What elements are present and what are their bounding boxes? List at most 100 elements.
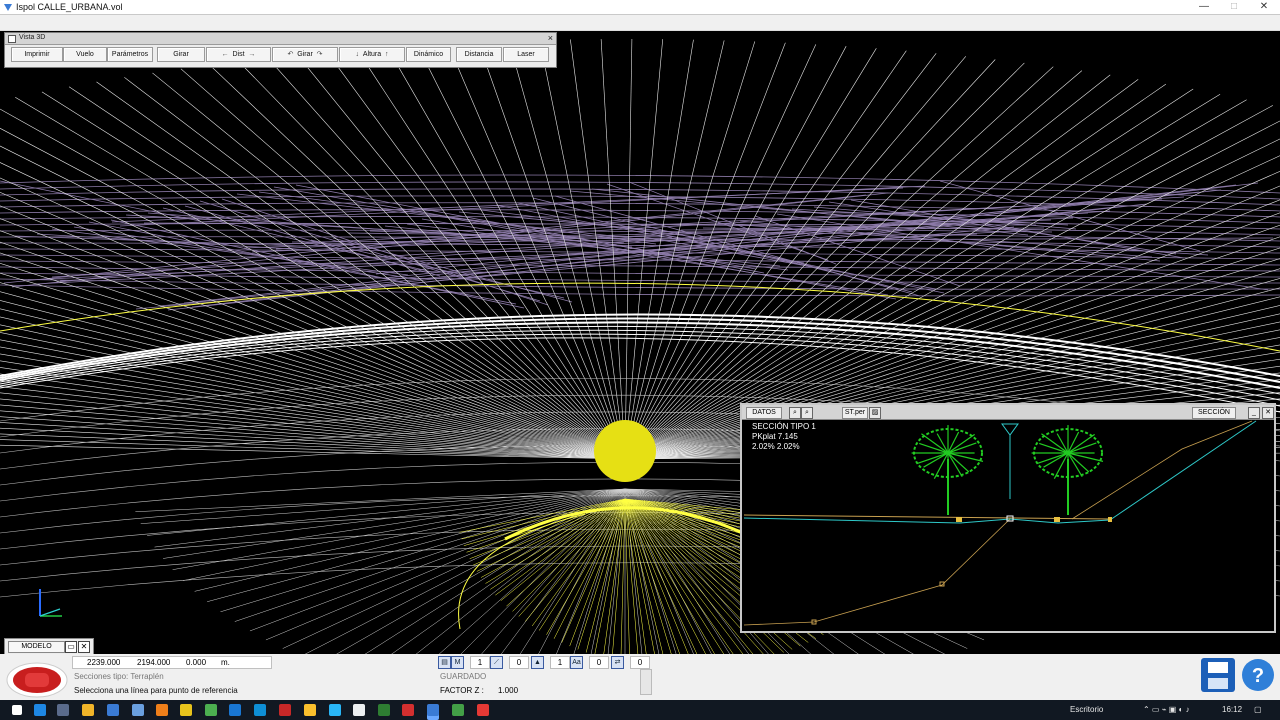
coord-unit: m.: [221, 658, 230, 667]
coordinates-readout: 2239.000 2194.000 0.000 m.: [72, 656, 272, 669]
menu-bar: [0, 15, 1280, 31]
clock[interactable]: 16:12: [1222, 705, 1242, 714]
value-1[interactable]: 1: [470, 656, 490, 669]
value-4[interactable]: 0: [589, 656, 609, 669]
command-prompt: Selecciona una línea para punto de refer…: [74, 686, 238, 695]
laser-button[interactable]: Laser: [503, 47, 549, 62]
layers-icon[interactable]: ▤: [438, 656, 451, 669]
rotate-left-icon: ↶: [287, 51, 294, 58]
line-tool-icon[interactable]: ⟋: [490, 656, 503, 669]
imprimir-button[interactable]: Imprimir: [11, 47, 63, 62]
app-icon-12[interactable]: [477, 704, 489, 716]
prompt-scrollbar[interactable]: [640, 669, 652, 695]
mail-icon[interactable]: [353, 704, 365, 716]
maximize-button[interactable]: □: [1218, 0, 1250, 14]
edge-icon[interactable]: [34, 704, 46, 716]
arrow-up-icon: ↑: [385, 51, 389, 58]
section-window: DATOS ⌕ ⌕ ST.per ▨ SECCIÓN _ ✕ SECCIÓN T…: [740, 403, 1276, 633]
altura-button[interactable]: ↓ Altura ↑: [339, 47, 405, 62]
value-2[interactable]: 0: [509, 656, 529, 669]
app-icon-1[interactable]: [57, 704, 69, 716]
app-icon-7[interactable]: [279, 704, 291, 716]
chrome-icon[interactable]: [180, 704, 192, 716]
section-header: DATOS ⌕ ⌕ ST.per ▨ SECCIÓN _ ✕: [742, 405, 1274, 420]
vista3d-caption: Vista 3D ×: [5, 33, 556, 45]
distancia-button[interactable]: Distancia: [456, 47, 502, 62]
altura-label: Altura: [362, 51, 382, 58]
vuelo-button[interactable]: Vuelo: [63, 47, 107, 62]
st-file-button[interactable]: ST.per: [842, 407, 868, 419]
dist-button[interactable]: ← Dist →: [206, 47, 271, 62]
axis-gizmo: [39, 589, 62, 617]
ispol-taskbar-icon[interactable]: [427, 704, 439, 716]
value-5[interactable]: 0: [630, 656, 650, 669]
arrow-right-icon: →: [248, 51, 256, 58]
start-icon[interactable]: [12, 705, 22, 715]
seccion-button[interactable]: SECCIÓN: [1192, 407, 1236, 419]
app-icon-2[interactable]: [107, 704, 119, 716]
pin-icon[interactable]: [8, 35, 16, 43]
vista3d-panel: Vista 3D × Imprimir Vuelo Parámetros Gir…: [4, 32, 557, 68]
tray-icons[interactable]: ⌃ ▭ ⌁ ▣ ◐ ♪: [1143, 705, 1190, 714]
section-drawing[interactable]: [742, 419, 1274, 631]
factor-z-value: 1.000: [498, 686, 519, 695]
zoom-window-icon[interactable]: ⌕: [801, 407, 813, 419]
minimize-icon[interactable]: _: [1248, 407, 1260, 419]
dist-label: Dist: [232, 51, 245, 58]
image-icon[interactable]: ▨: [869, 407, 881, 419]
app-icon-9[interactable]: [329, 704, 341, 716]
girar2-label: Girar: [297, 51, 313, 58]
restore-icon[interactable]: ▭: [65, 641, 77, 653]
text-size-toggle[interactable]: Aa: [570, 656, 583, 669]
triangle-icon[interactable]: ▲: [531, 656, 544, 669]
save-icon[interactable]: [1200, 657, 1236, 693]
app-icon: [4, 4, 12, 11]
dinamico-button[interactable]: Dinámico: [406, 47, 451, 62]
modelo-tab[interactable]: MODELO: [8, 641, 65, 653]
arrow-down-icon: ↓: [355, 51, 359, 58]
zoom-icon[interactable]: ⌕: [789, 407, 801, 419]
close-icon[interactable]: ✕: [78, 641, 90, 653]
minimize-button[interactable]: —: [1188, 0, 1220, 14]
girar-button[interactable]: Girar: [157, 47, 205, 62]
window-title: Ispol CALLE_URBANA.vol: [16, 2, 123, 12]
status-message-1: Secciones tipo: Terraplén: [74, 672, 164, 681]
vista3d-title: Vista 3D: [19, 34, 46, 41]
saved-status: GUARDADO: [440, 672, 487, 681]
coord-y: 2194.000: [137, 658, 171, 667]
coord-z: 0.000: [186, 658, 207, 667]
desktop-label[interactable]: Escritorio: [1070, 705, 1103, 714]
app-icon-3[interactable]: [132, 704, 144, 716]
girar2-button[interactable]: ↶ Girar ↷: [272, 47, 338, 62]
notifications-icon[interactable]: ▢: [1254, 705, 1262, 714]
app-icon-4[interactable]: [156, 704, 168, 716]
vista3d-close-button[interactable]: ×: [548, 33, 553, 43]
skype-icon[interactable]: [254, 704, 266, 716]
os-taskbar: Escritorio ⌃ ▭ ⌁ ▣ ◐ ♪ 16:12 ▢: [0, 700, 1280, 720]
rotate-right-icon: ↷: [316, 51, 323, 58]
close-window-button[interactable]: ✕: [1248, 0, 1280, 14]
factor-z-label: FACTOR Z :: [440, 686, 484, 695]
m-toggle[interactable]: M: [451, 656, 464, 669]
value-3[interactable]: 1: [550, 656, 570, 669]
app-icon-11[interactable]: [452, 704, 464, 716]
app-icon-6[interactable]: [229, 704, 241, 716]
pdf-icon[interactable]: [402, 704, 414, 716]
app-icon-8[interactable]: [304, 704, 316, 716]
folder-icon[interactable]: [82, 704, 94, 716]
help-icon[interactable]: ?: [1240, 657, 1276, 693]
app-icon-5[interactable]: [205, 704, 217, 716]
tree-left: [911, 425, 984, 515]
axis-marker: [1001, 423, 1019, 499]
window-titlebar: Ispol CALLE_URBANA.vol — □ ✕: [0, 0, 1280, 15]
swap-icon[interactable]: ⇄: [611, 656, 624, 669]
parametros-button[interactable]: Parámetros: [107, 47, 153, 62]
tree-right: [1031, 425, 1104, 515]
platform-lines: [743, 420, 1257, 626]
svg-text:?: ?: [1252, 665, 1264, 687]
datos-button[interactable]: DATOS: [746, 407, 782, 419]
close-icon[interactable]: ✕: [1262, 407, 1274, 419]
app-icon-10[interactable]: [378, 704, 390, 716]
coord-x: 2239.000: [87, 658, 121, 667]
app-logo-icon: [6, 662, 68, 698]
